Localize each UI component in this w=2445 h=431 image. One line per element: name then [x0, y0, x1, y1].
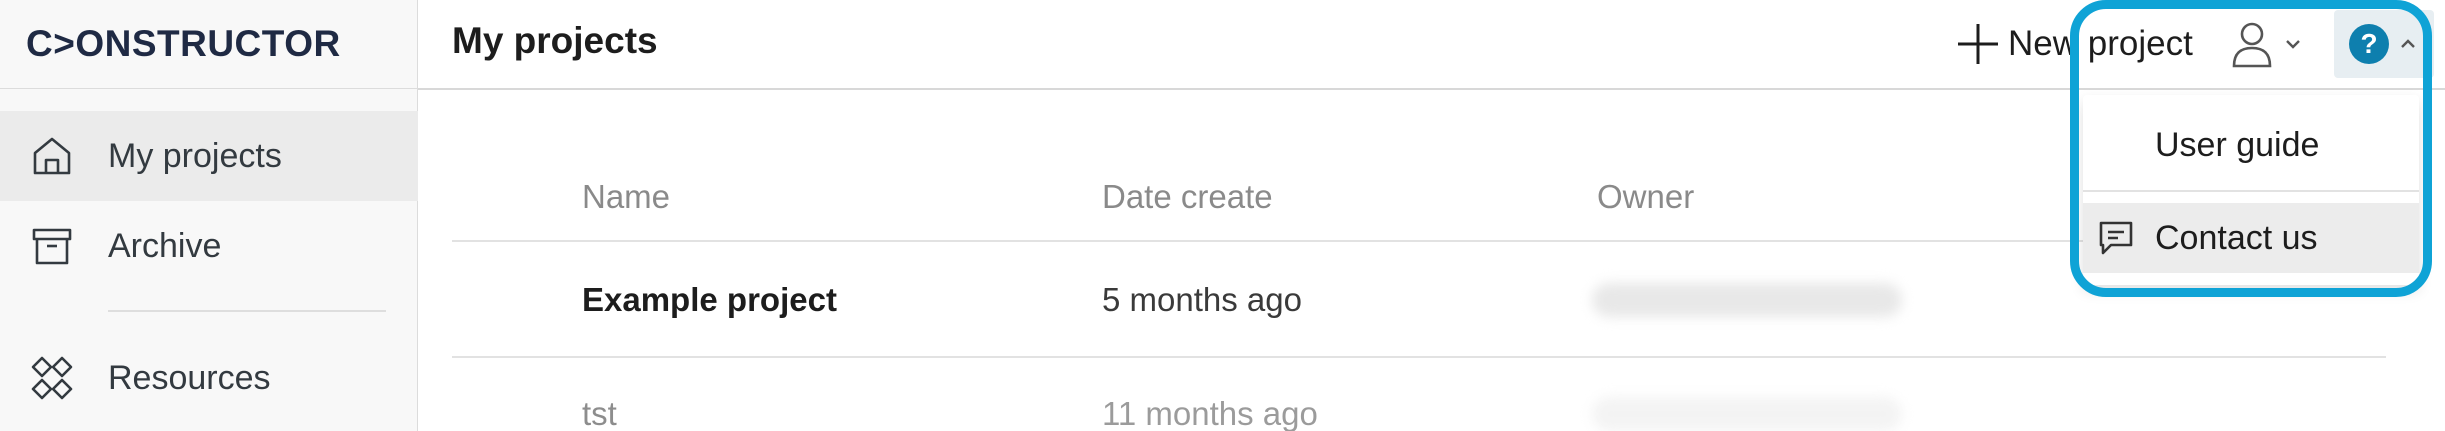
chat-icon: [2099, 221, 2133, 255]
new-project-label: New project: [2008, 24, 2193, 63]
sidebar-item-archive[interactable]: Archive: [0, 201, 418, 291]
user-icon: [2232, 22, 2272, 68]
menu-item-user-guide[interactable]: User guide: [2083, 110, 2419, 180]
project-name[interactable]: tst: [582, 395, 617, 431]
help-icon: ?: [2349, 24, 2389, 64]
sidebar-divider-top: [0, 88, 418, 89]
help-dropdown-menu: User guide Contact us: [2083, 95, 2419, 285]
help-menu-button[interactable]: ?: [2334, 10, 2434, 78]
menu-divider: [2083, 190, 2419, 192]
sidebar-item-label: Archive: [108, 226, 222, 265]
column-header-date[interactable]: Date create: [1102, 178, 1273, 216]
row-divider: [452, 356, 2386, 358]
home-icon: [30, 134, 74, 178]
project-owner-blurred: [1592, 397, 1902, 431]
menu-item-contact-us[interactable]: Contact us: [2083, 203, 2419, 273]
user-menu-button[interactable]: [2230, 18, 2304, 70]
app-logo[interactable]: C>ONSTRUCTOR: [26, 20, 341, 68]
project-name[interactable]: Example project: [582, 281, 837, 319]
project-date: 11 months ago: [1102, 395, 1318, 431]
archive-icon: [30, 224, 74, 268]
page-title: My projects: [452, 20, 658, 61]
top-header: My projects New project ?: [418, 0, 2445, 90]
column-header-owner[interactable]: Owner: [1597, 178, 1694, 216]
column-header-name[interactable]: Name: [582, 178, 670, 216]
menu-item-label: Contact us: [2155, 218, 2318, 257]
sidebar-item-resources[interactable]: Resources: [0, 333, 418, 423]
sidebar-item-my-projects[interactable]: My projects: [0, 111, 418, 201]
plus-icon: [1958, 24, 1998, 64]
project-date: 5 months ago: [1102, 281, 1302, 318]
chevron-down-icon: [2286, 40, 2300, 49]
menu-item-label: User guide: [2155, 125, 2320, 164]
sidebar-item-label: My projects: [108, 136, 282, 175]
sidebar: C>ONSTRUCTOR My projects Archive Resourc…: [0, 0, 418, 431]
logo-text: C>ONSTRUCTOR: [26, 23, 341, 64]
new-project-button[interactable]: New project: [1956, 18, 2193, 70]
sidebar-divider: [108, 310, 386, 312]
project-owner-blurred: [1592, 283, 1902, 317]
resources-icon: [30, 356, 74, 400]
sidebar-item-label: Resources: [108, 358, 271, 397]
chevron-up-icon: [2401, 39, 2415, 48]
